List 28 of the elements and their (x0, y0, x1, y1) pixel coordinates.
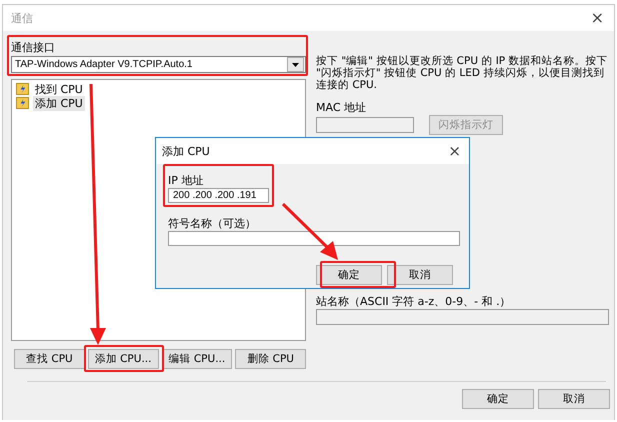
symbol-name-label: 符号名称（可选） (168, 217, 256, 231)
close-button[interactable]: × (586, 10, 608, 26)
list-action-button[interactable]: 编辑 CPU... (162, 349, 232, 369)
ip-address-field[interactable]: 200 .200 .200 .191 (168, 188, 269, 203)
mac-field[interactable] (316, 117, 414, 133)
list-action-button[interactable]: 查找 CPU (14, 349, 85, 369)
folder-lightning-icon (16, 97, 29, 109)
close-button[interactable]: × (444, 144, 465, 158)
info-text: 按下 "编辑" 按钮以更改所选 CPU 的 IP 数据和站名称。按下 "闪烁指示灯" 按钮使 CPU 的 LED 持续闪烁，以便目测找到连接的 CPU. (316, 55, 608, 91)
list-action-button[interactable]: 添加 CPU... (88, 349, 158, 369)
cpu-list-item[interactable]: 找到 CPU (33, 82, 85, 96)
folder-lightning-icon (16, 83, 29, 95)
annotation-arrow (282, 202, 338, 260)
dialog-button[interactable]: 取消 (387, 265, 453, 285)
dialog-title: 添加 CPU (162, 144, 210, 158)
symbol-name-field[interactable] (168, 231, 460, 246)
station-name-label: 站名称（ASCII 字符 a-z、0-9、- 和 .） (316, 295, 511, 309)
mac-label: MAC 地址 (316, 101, 366, 115)
list-action-button[interactable]: 删除 CPU (235, 349, 306, 369)
dialog-button[interactable]: 确定 (462, 389, 534, 409)
ip-label: IP 地址 (168, 174, 204, 188)
interface-dropdown[interactable]: TAP-Windows Adapter V9.TCPIP.Auto.1 (11, 56, 306, 73)
cpu-list-item[interactable]: 添加 CPU (33, 96, 85, 110)
dialog-button[interactable]: 取消 (538, 389, 610, 409)
station-name-field[interactable] (316, 309, 609, 325)
window-title: 通信 (11, 10, 33, 26)
dialog-button[interactable]: 确定 (316, 265, 382, 285)
interface-label: 通信接口 (11, 41, 55, 55)
